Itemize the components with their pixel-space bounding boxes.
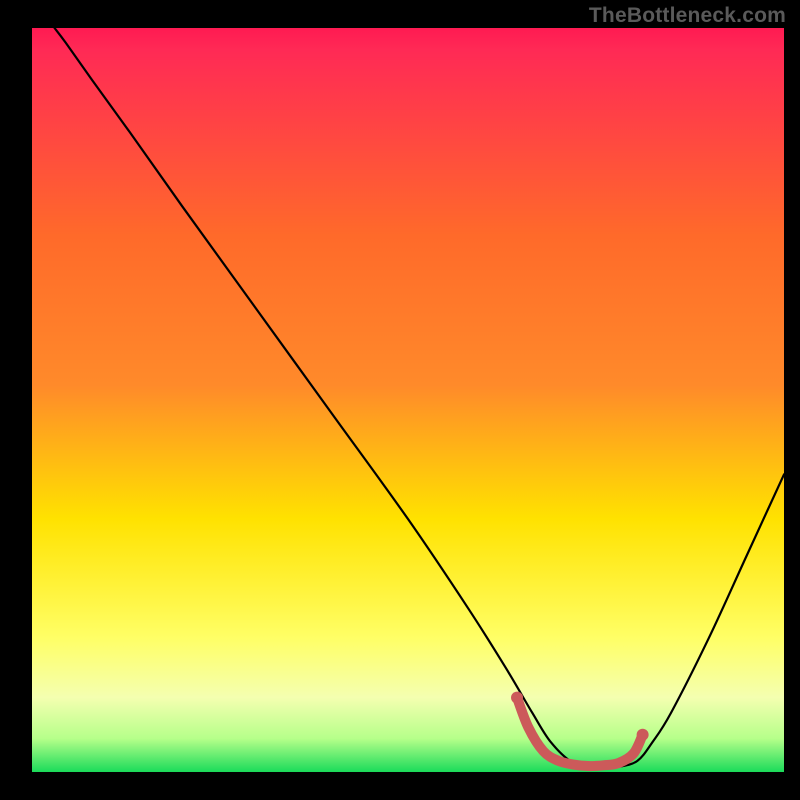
watermark-text: TheBottleneck.com <box>589 4 786 28</box>
optimal-zone-endpoint <box>511 692 523 704</box>
optimal-zone-endpoint <box>637 729 649 741</box>
bottleneck-chart <box>0 0 800 800</box>
chart-container: TheBottleneck.com <box>0 0 800 800</box>
